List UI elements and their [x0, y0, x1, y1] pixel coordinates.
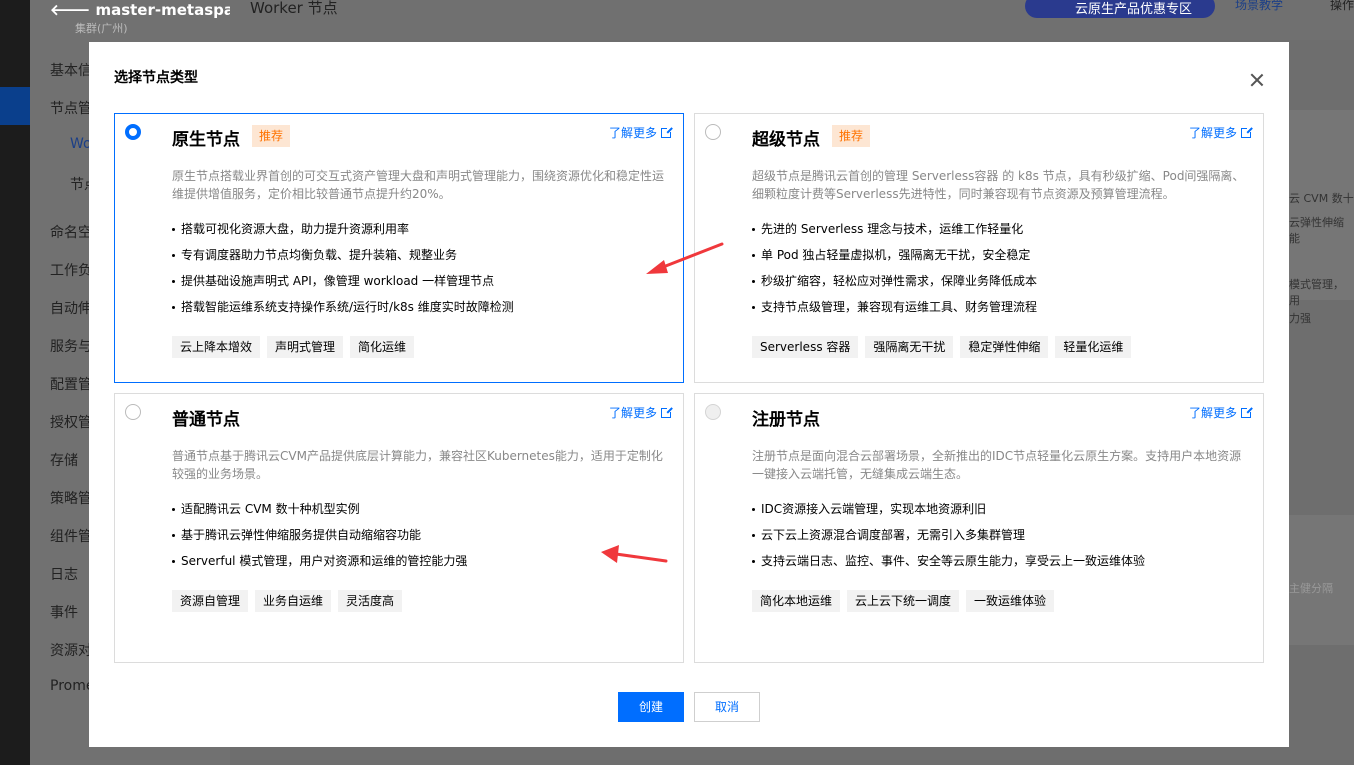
background-panel-2: 主健分隔: [1289, 515, 1354, 645]
operate-link[interactable]: 操作: [1330, 0, 1354, 13]
sidebar-item-basic[interactable]: 基本信: [50, 60, 92, 80]
cluster-name[interactable]: 🡐 master-metaspac...: [50, 0, 260, 19]
dialog-title: 选择节点类型: [114, 70, 198, 86]
page-title: Worker 节点: [250, 0, 338, 17]
global-nav-bar: [0, 0, 30, 765]
sidebar-item-resources[interactable]: 资源对: [50, 640, 92, 660]
scene-teaching-link[interactable]: 场景教学: [1235, 0, 1283, 13]
page-header: Worker 节点 云原生产品优惠专区 场景教学 操作: [230, 0, 1354, 40]
recommend-badge: 推荐: [252, 125, 291, 147]
tag: 简化运维: [350, 336, 415, 358]
sidebar-item-events[interactable]: 事件: [50, 602, 78, 622]
tag-list: 简化本地运维 云上云下统一调度 一致运维体验: [752, 590, 1055, 612]
tag-list: 云上降本增效 声明式管理 简化运维: [172, 336, 415, 358]
external-link-icon: [661, 405, 673, 418]
list-item: 云下云上资源混合调度部署，无需引入多集群管理: [752, 526, 1145, 552]
card-description: 注册节点是面向混合云部署场景，全新推出的IDC节点轻量化云原生方案。支持用户本地…: [752, 449, 1242, 481]
sidebar-item-addons[interactable]: 组件管: [50, 526, 92, 546]
tag: Serverless 容器: [752, 336, 859, 358]
list-item: 搭载智能运维系统支持操作系统/运行时/k8s 维度实时故障检测: [172, 298, 514, 324]
list-item: 先进的 Serverless 理念与技术，运维工作轻量化: [752, 220, 1037, 246]
background-panel: 云 CVM 数十 云弹性伸缩能 模式管理，用 力强: [1289, 110, 1354, 325]
external-link-icon: [661, 125, 673, 138]
list-item: 适配腾讯云 CVM 数十种机型实例: [172, 500, 467, 526]
list-item: IDC资源接入云端管理，实现本地资源利旧: [752, 500, 1145, 526]
tag: 声明式管理: [267, 336, 344, 358]
tag: 强隔离无干扰: [865, 336, 954, 358]
node-type-card-super[interactable]: 超级节点 推荐 了解更多 超级节点是腾讯云首创的管理 Serverless容器 …: [694, 113, 1264, 383]
tag: 轻量化运维: [1055, 336, 1132, 358]
node-type-card-ordinary[interactable]: 普通节点 了解更多 普通节点基于腾讯云CVM产品提供底层计算能力，兼容社区Kub…: [114, 393, 684, 663]
list-item: 支持云端日志、监控、事件、安全等云原生能力，享受云上一致运维体验: [752, 552, 1145, 578]
sidebar-item-config[interactable]: 配置管: [50, 374, 92, 394]
sidebar-item-policy[interactable]: 策略管: [50, 488, 92, 508]
select-node-type-dialog: 选择节点类型 原生节点 推荐 了解更多 原生节点搭载业界首创的可交互式资产管理大…: [89, 42, 1289, 747]
close-icon[interactable]: [1247, 70, 1267, 90]
sidebar-item-service[interactable]: 服务与: [50, 336, 92, 356]
list-item: 基于腾讯云弹性伸缩服务提供自动缩缩容功能: [172, 526, 467, 552]
cancel-button[interactable]: 取消: [694, 692, 760, 722]
external-link-icon: [1241, 125, 1253, 138]
feature-list: 适配腾讯云 CVM 数十种机型实例 基于腾讯云弹性伸缩服务提供自动缩缩容功能 S…: [172, 500, 467, 578]
learn-more-link[interactable]: 了解更多: [609, 124, 673, 141]
sidebar-item-prometheus[interactable]: Prome: [50, 678, 94, 694]
sidebar-item-logs[interactable]: 日志: [50, 564, 78, 584]
learn-more-link[interactable]: 了解更多: [609, 404, 673, 421]
list-item: 支持节点级管理，兼容现有运维工具、财务管理流程: [752, 298, 1037, 324]
card-title: 原生节点: [172, 130, 240, 150]
learn-more-link[interactable]: 了解更多: [1189, 404, 1253, 421]
list-item: 专有调度器助力节点均衡负载、提升装箱、规整业务: [172, 246, 514, 272]
radio-ordinary[interactable]: [125, 404, 141, 420]
list-item: 单 Pod 独占轻量虚拟机，强隔离无干扰，安全稳定: [752, 246, 1037, 272]
card-description: 超级节点是腾讯云首创的管理 Serverless容器 的 k8s 节点，具有秒级…: [752, 169, 1245, 201]
tag-list: 资源自管理 业务自运维 灵活度高: [172, 590, 403, 612]
tag: 一致运维体验: [966, 590, 1055, 612]
recommend-badge: 推荐: [832, 125, 871, 147]
radio-super[interactable]: [705, 124, 721, 140]
sidebar-item-workload[interactable]: 工作负: [50, 260, 92, 280]
card-description: 原生节点搭载业界首创的可交互式资产管理大盘和声明式管理能力，围绕资源优化和稳定性…: [172, 169, 665, 201]
tag: 资源自管理: [172, 590, 249, 612]
cluster-region: 集群(广州): [75, 22, 128, 35]
node-type-card-registered[interactable]: 注册节点 了解更多 注册节点是面向混合云部署场景，全新推出的IDC节点轻量化云原…: [694, 393, 1264, 663]
feature-list: 先进的 Serverless 理念与技术，运维工作轻量化 单 Pod 独占轻量虚…: [752, 220, 1037, 324]
sidebar-item-auth[interactable]: 授权管: [50, 412, 92, 432]
promo-banner[interactable]: 云原生产品优惠专区: [1025, 0, 1215, 18]
tag: 简化本地运维: [752, 590, 841, 612]
tag: 业务自运维: [255, 590, 332, 612]
list-item: 搭载可视化资源大盘，助力提升资源利用率: [172, 220, 514, 246]
list-item: 提供基础设施声明式 API，像管理 workload 一样管理节点: [172, 272, 514, 298]
tag: 灵活度高: [338, 590, 403, 612]
node-type-card-native[interactable]: 原生节点 推荐 了解更多 原生节点搭载业界首创的可交互式资产管理大盘和声明式管理…: [114, 113, 684, 383]
annotation-arrow-icon: [646, 242, 724, 274]
sidebar-item-nodes[interactable]: 节点管: [50, 98, 92, 118]
sidebar-item-namespace[interactable]: 命名空: [50, 222, 92, 242]
tag: 云上云下统一调度: [847, 590, 960, 612]
tag: 稳定弹性伸缩: [960, 336, 1049, 358]
card-title: 普通节点: [172, 410, 240, 430]
annotation-arrow-icon: [601, 545, 668, 563]
tag: 云上降本增效: [172, 336, 261, 358]
sidebar-item-autoscale[interactable]: 自动伸: [50, 298, 92, 318]
create-button[interactable]: 创建: [618, 692, 684, 722]
radio-registered[interactable]: [705, 404, 721, 420]
card-title: 注册节点: [752, 410, 820, 430]
back-arrow-icon[interactable]: 🡐: [50, 1, 95, 19]
feature-list: IDC资源接入云端管理，实现本地资源利旧 云下云上资源混合调度部署，无需引入多集…: [752, 500, 1145, 578]
sidebar-item-storage[interactable]: 存储: [50, 450, 78, 470]
tag-list: Serverless 容器 强隔离无干扰 稳定弹性伸缩 轻量化运维: [752, 336, 1132, 358]
external-link-icon: [1241, 405, 1253, 418]
list-item: 秒级扩缩容，轻松应对弹性需求，保障业务降低成本: [752, 272, 1037, 298]
learn-more-link[interactable]: 了解更多: [1189, 124, 1253, 141]
card-description: 普通节点基于腾讯云CVM产品提供底层计算能力，兼容社区Kubernetes能力，…: [172, 449, 663, 481]
radio-native[interactable]: [125, 124, 141, 140]
card-title: 超级节点: [752, 130, 820, 150]
list-item: Serverful 模式管理，用户对资源和运维的管控能力强: [172, 552, 467, 578]
feature-list: 搭载可视化资源大盘，助力提升资源利用率 专有调度器助力节点均衡负载、提升装箱、规…: [172, 220, 514, 324]
